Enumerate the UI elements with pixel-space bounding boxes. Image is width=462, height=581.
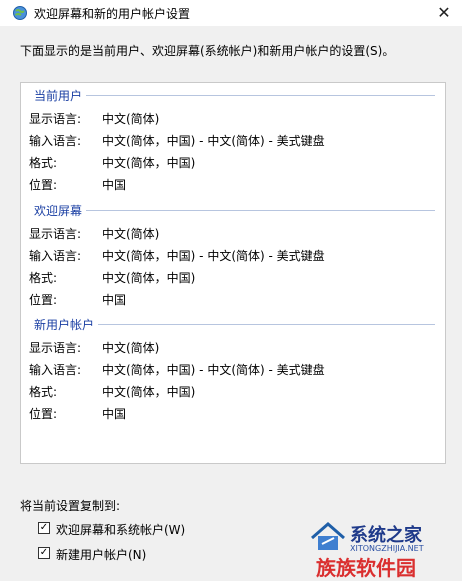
setting-value: 中文(简体，中国) — [102, 385, 196, 399]
site-watermark: 系统之家 XITONGZHIJIA.NET 族族软件园 — [300, 518, 460, 580]
new-user-checkbox[interactable]: ✓ — [38, 547, 50, 559]
section-title: 当前用户 — [34, 89, 87, 103]
close-icon: ✕ — [437, 3, 451, 22]
setting-label: 位置: — [29, 293, 58, 307]
section-header-new-user: 新用户帐户 — [34, 316, 435, 332]
checkbox-label[interactable]: 欢迎屏幕和系统帐户(W) — [56, 521, 185, 538]
settings-panel: 当前用户 显示语言: 中文(简体) 输入语言: 中文(简体，中国) - 中文(简… — [20, 82, 446, 464]
section-header-welcome-screen: 欢迎屏幕 — [34, 202, 435, 218]
setting-label: 输入语言: — [29, 134, 82, 148]
setting-value: 中文(简体，中国) — [102, 271, 196, 285]
section-title: 欢迎屏幕 — [34, 204, 87, 218]
close-button[interactable]: ✕ — [432, 2, 456, 24]
title-bar: 欢迎屏幕和新的用户帐户设置 ✕ — [0, 0, 462, 26]
setting-label: 显示语言: — [29, 112, 82, 126]
section-header-current-user: 当前用户 — [34, 87, 435, 103]
setting-label: 格式: — [29, 271, 58, 285]
copy-settings-label: 将当前设置复制到: — [20, 499, 121, 513]
setting-label: 显示语言: — [29, 227, 82, 241]
setting-value: 中国 — [102, 293, 127, 307]
setting-label: 位置: — [29, 407, 58, 421]
setting-label: 输入语言: — [29, 363, 82, 377]
setting-label: 位置: — [29, 178, 58, 192]
setting-value: 中文(简体) — [102, 112, 160, 126]
welcome-screen-checkbox[interactable]: ✓ — [38, 522, 50, 534]
setting-value: 中文(简体) — [102, 341, 160, 355]
setting-value: 中文(简体，中国) — [102, 156, 196, 170]
setting-value: 中文(简体，中国) - 中文(简体) - 美式键盘 — [102, 249, 325, 263]
settings-description: 下面显示的是当前用户、欢迎屏幕(系统帐户)和新用户帐户的设置(S)。 — [20, 44, 395, 58]
setting-label: 显示语言: — [29, 341, 82, 355]
section-divider — [34, 210, 435, 211]
section-divider — [34, 95, 435, 96]
section-title: 新用户帐户 — [34, 318, 99, 332]
setting-label: 输入语言: — [29, 249, 82, 263]
setting-value: 中国 — [102, 407, 127, 421]
watermark-red-text: 族族软件园 — [316, 556, 416, 580]
setting-value: 中国 — [102, 178, 127, 192]
checkbox-label[interactable]: 新建用户帐户(N) — [56, 546, 146, 563]
setting-value: 中文(简体，中国) - 中文(简体) - 美式键盘 — [102, 134, 325, 148]
setting-value: 中文(简体，中国) - 中文(简体) - 美式键盘 — [102, 363, 325, 377]
setting-label: 格式: — [29, 156, 58, 170]
setting-label: 格式: — [29, 385, 58, 399]
house-logo-icon — [311, 522, 345, 550]
globe-icon — [13, 6, 27, 20]
setting-value: 中文(简体) — [102, 227, 160, 241]
window-title: 欢迎屏幕和新的用户帐户设置 — [34, 7, 191, 21]
